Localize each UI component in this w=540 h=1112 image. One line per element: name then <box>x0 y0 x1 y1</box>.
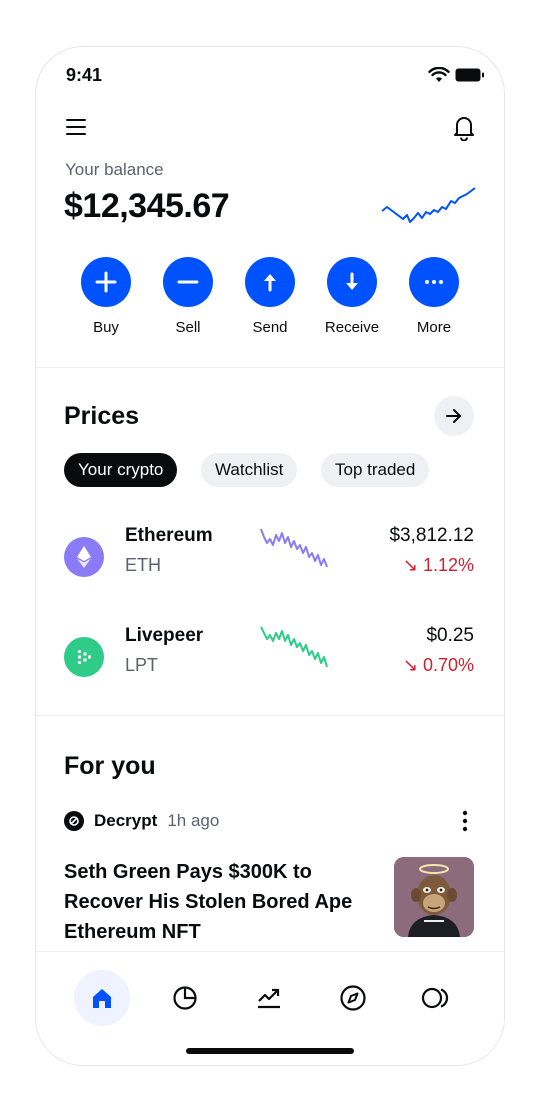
asset-name: Livepeer <box>125 625 204 646</box>
compass-icon <box>340 985 366 1011</box>
send-label: Send <box>252 319 288 336</box>
for-you-title: For you <box>64 752 156 780</box>
buy-label: Buy <box>93 319 119 336</box>
sell-button[interactable]: Sell <box>147 257 229 336</box>
menu-icon[interactable] <box>66 119 86 135</box>
asset-price: $3,812.12 <box>389 525 474 546</box>
arrow-up-icon <box>245 257 295 307</box>
asset-row-livepeer[interactable]: Livepeer LPT $0.25 ↘ 0.70% <box>36 623 504 693</box>
chip-watchlist[interactable]: Watchlist <box>201 453 298 487</box>
send-button[interactable]: Send <box>229 257 311 336</box>
news-source-name: Decrypt <box>94 811 158 830</box>
trade-icon <box>258 988 280 1009</box>
ethereum-sparkline <box>260 528 328 568</box>
tab-web3[interactable] <box>408 970 464 1026</box>
receive-button[interactable]: Receive <box>311 257 393 336</box>
receive-label: Receive <box>324 319 380 336</box>
more-button[interactable]: More <box>393 257 475 336</box>
prices-see-all-button[interactable] <box>434 396 474 436</box>
asset-name: Ethereum <box>125 525 213 546</box>
arrow-down-icon <box>327 257 377 307</box>
plus-icon <box>81 257 131 307</box>
livepeer-sparkline <box>260 626 328 668</box>
arrow-right-icon <box>446 409 461 423</box>
tab-trade[interactable] <box>241 970 297 1026</box>
minus-icon <box>163 257 213 307</box>
ellipsis-icon <box>409 257 459 307</box>
buy-button[interactable]: Buy <box>65 257 147 336</box>
balance-label: Your balance <box>65 160 164 179</box>
news-headline[interactable]: Seth Green Pays $300K to Recover His Sto… <box>64 857 374 947</box>
wifi-icon <box>428 67 450 82</box>
asset-row-ethereum[interactable]: Ethereum ETH $3,812.12 ↘ 1.12% <box>36 523 504 593</box>
web3-icon <box>421 987 449 1009</box>
asset-symbol: LPT <box>125 655 159 675</box>
asset-change: ↘ 0.70% <box>402 655 474 675</box>
chip-your-crypto[interactable]: Your crypto <box>64 453 178 487</box>
sell-label: Sell <box>175 319 201 336</box>
battery-icon <box>455 68 484 82</box>
status-time: 9:41 <box>66 65 103 85</box>
tab-portfolio[interactable] <box>157 970 213 1026</box>
ethereum-icon <box>64 537 104 577</box>
bell-icon[interactable] <box>453 115 475 141</box>
divider <box>36 367 504 368</box>
divider <box>36 715 504 716</box>
kebab-menu-icon[interactable] <box>459 809 471 833</box>
portfolio-icon <box>173 986 197 1010</box>
news-source[interactable]: Decrypt 1h ago <box>64 811 219 831</box>
asset-change: ↘ 1.12% <box>402 555 474 575</box>
asset-price: $0.25 <box>426 625 474 646</box>
balance-sparkline <box>381 187 476 223</box>
bored-ape-image <box>394 857 474 937</box>
tab-home[interactable] <box>74 970 130 1026</box>
home-indicator <box>186 1048 354 1054</box>
decrypt-logo-icon <box>64 811 84 831</box>
phone-frame: 9:41 Your balance $12,345.67 Buy Sell Se <box>35 46 505 1066</box>
more-label: More <box>416 319 452 336</box>
livepeer-icon <box>64 637 104 677</box>
news-thumbnail[interactable] <box>394 857 474 937</box>
asset-symbol: ETH <box>125 555 161 575</box>
home-icon <box>93 989 111 1008</box>
tab-explore[interactable] <box>325 970 381 1026</box>
prices-title: Prices <box>64 402 140 430</box>
balance-value: $12,345.67 <box>64 187 230 225</box>
news-time: 1h ago <box>167 811 220 830</box>
chip-top-traded[interactable]: Top traded <box>321 453 430 487</box>
